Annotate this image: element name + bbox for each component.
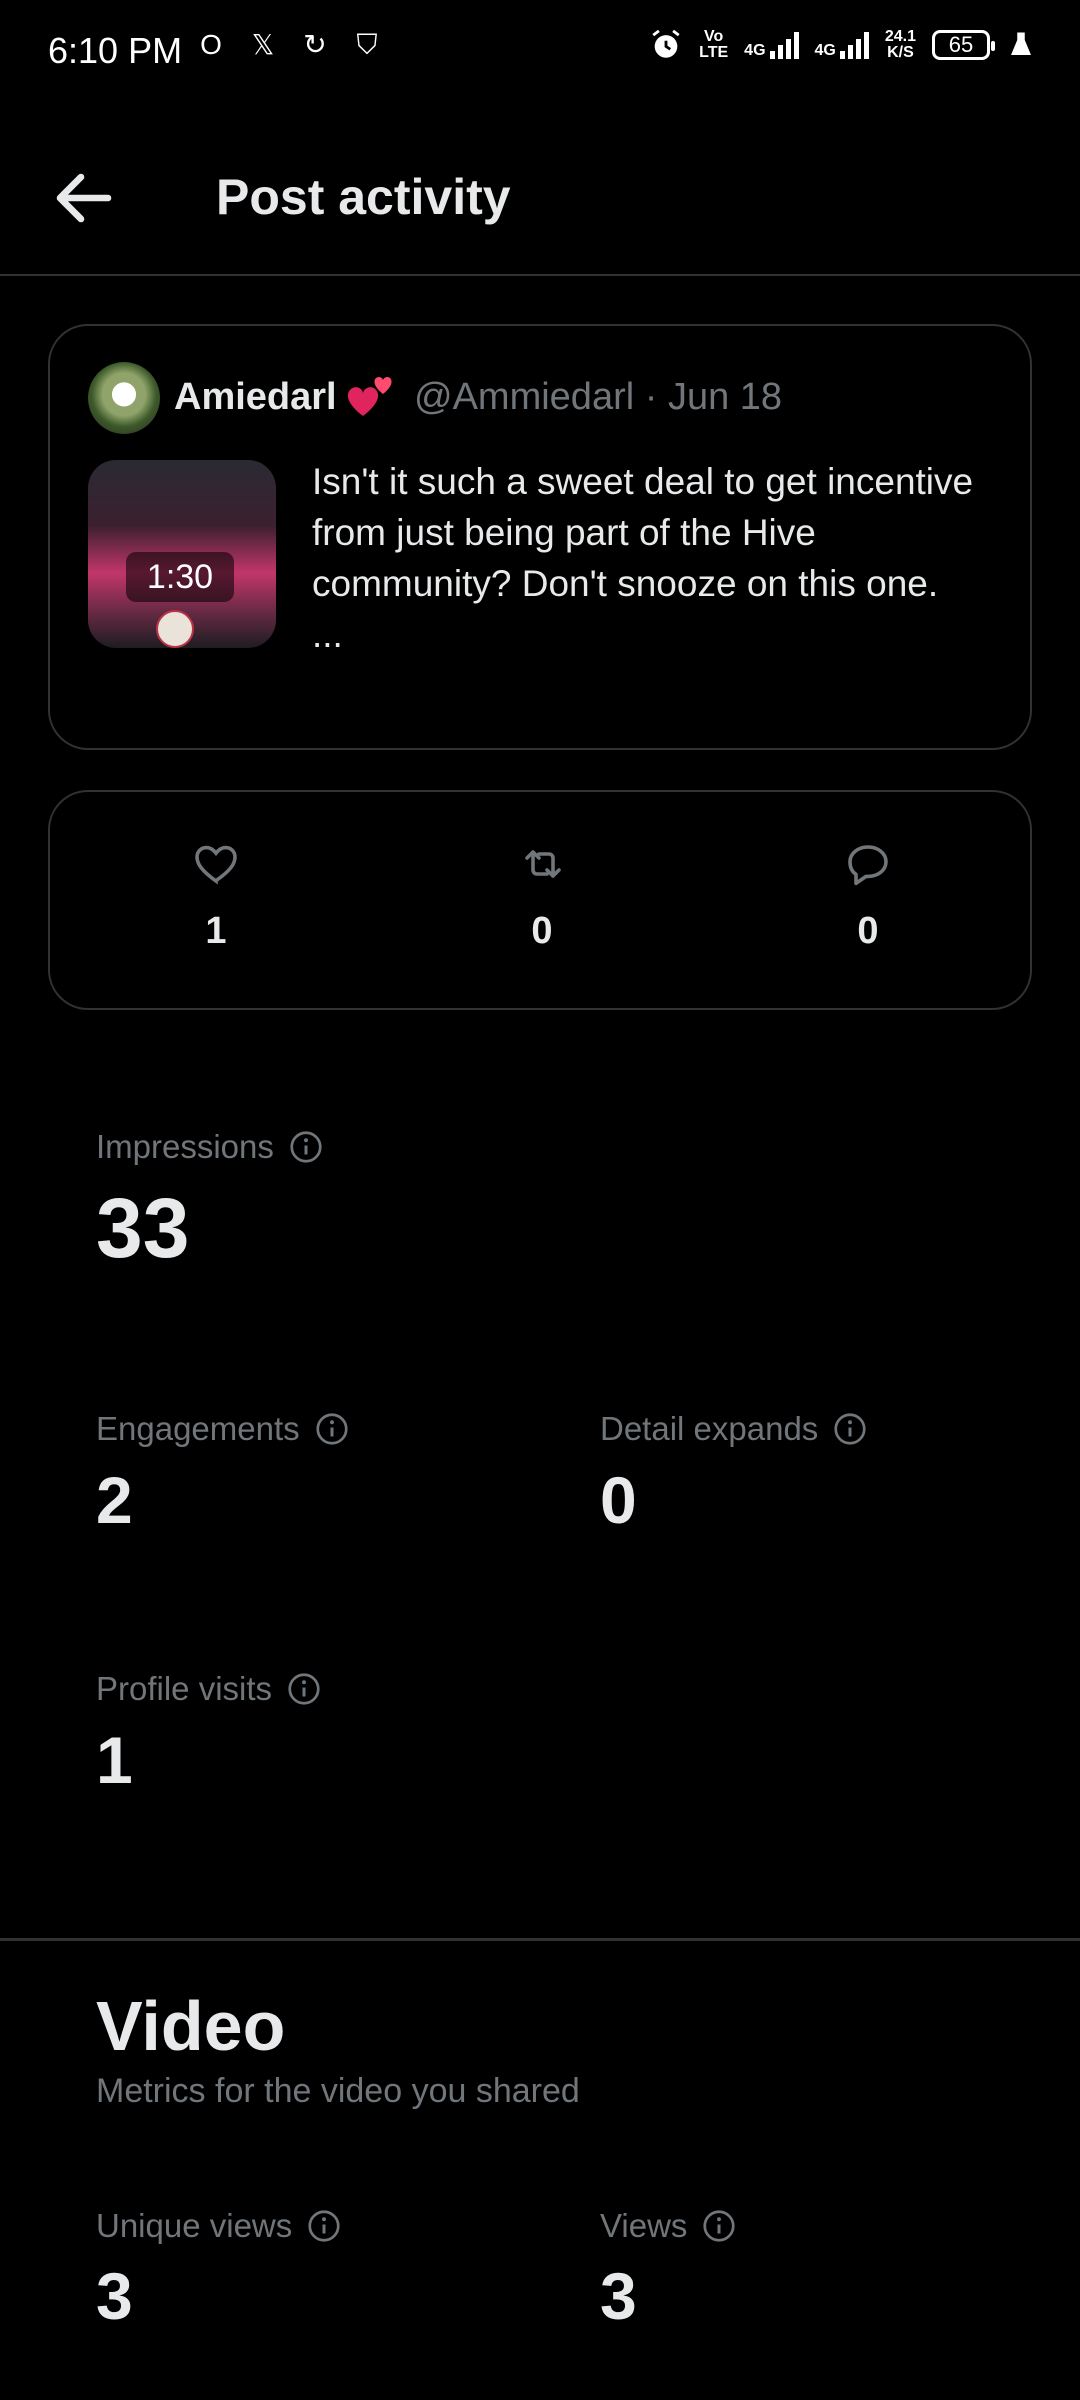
detail-expands-value: 0 <box>600 1463 637 1537</box>
status-bar: 6:10 PM O 𝕏 ↻ ⛉ Vo LTE 4G 4G 24.1 K/S 65 <box>0 0 1080 110</box>
app-header: Post activity <box>0 110 1080 276</box>
signal-1: 4G <box>744 31 799 59</box>
video-section-title: Video <box>96 1987 286 2065</box>
unique-views-value: 3 <box>96 2259 133 2333</box>
post-text: Isn't it such a sweet deal to get incent… <box>312 461 974 655</box>
handle-and-date: @Ammiedarl · Jun 18 <box>414 376 783 418</box>
heart-icon <box>195 845 237 885</box>
avatar[interactable] <box>88 362 160 434</box>
likes-value: 1 <box>205 910 227 952</box>
engagements-value: 2 <box>96 1463 133 1537</box>
unique-views-label-text: Unique views <box>96 2207 293 2244</box>
volte-indicator: Vo LTE <box>699 28 729 61</box>
x-icon: 𝕏 <box>251 29 275 60</box>
speed-value: 24.1 <box>884 28 916 45</box>
profile-visits-label-text: Profile visits <box>96 1670 273 1707</box>
author-name: Amiedarl <box>174 376 337 418</box>
signal-bars-icon <box>769 31 799 59</box>
info-icon[interactable] <box>288 1129 324 1165</box>
engagements-label: Engagements <box>96 1410 350 1448</box>
battery-level: 65 <box>948 32 974 57</box>
battery-icon: 65 <box>932 30 995 60</box>
signal-2: 4G <box>815 31 869 59</box>
reposts-value: 0 <box>531 910 553 952</box>
info-icon[interactable] <box>832 1411 868 1447</box>
likes-count[interactable]: 1 <box>156 792 276 1012</box>
info-icon[interactable] <box>286 1671 322 1707</box>
network-speed: 24.1 K/S <box>885 29 916 61</box>
impressions-label-text: Impressions <box>96 1128 274 1165</box>
thumbnail-avatar <box>156 610 194 648</box>
info-icon[interactable] <box>314 1411 350 1447</box>
opera-icon: O <box>200 29 222 60</box>
alarm-icon <box>652 29 680 58</box>
engagements-label-text: Engagements <box>96 1410 300 1447</box>
arrow-left-icon <box>56 173 112 223</box>
replies-count[interactable]: 0 <box>808 792 928 1012</box>
info-icon[interactable] <box>306 2208 342 2244</box>
post-preview-card[interactable]: Amiedarl @Ammiedarl · Jun 18 1:30 Isn't … <box>48 324 1032 750</box>
speed-unit: K/S <box>887 44 914 61</box>
replies-value: 0 <box>857 910 879 952</box>
two-hearts-icon <box>347 376 392 416</box>
video-duration: 1:30 <box>126 552 234 602</box>
network-type-2: 4G <box>814 42 836 59</box>
reply-bubble-icon <box>848 845 888 886</box>
detail-expands-label-text: Detail expands <box>600 1410 819 1447</box>
profile-visits-value: 1 <box>96 1723 133 1797</box>
charging-flask-icon <box>1011 32 1031 55</box>
network-type-1: 4G <box>744 42 766 59</box>
repost-icon <box>525 850 561 878</box>
back-button[interactable] <box>48 162 120 234</box>
impressions-value: 33 <box>96 1181 190 1275</box>
views-label-text: Views <box>600 2207 688 2244</box>
video-section-subtitle: Metrics for the video you shared <box>96 2072 580 2110</box>
impressions-label: Impressions <box>96 1128 324 1166</box>
video-thumbnail[interactable]: 1:30 <box>88 460 276 648</box>
profile-visits-label: Profile visits <box>96 1670 322 1708</box>
status-time: 6:10 PM <box>48 30 183 71</box>
detail-expands-label: Detail expands <box>600 1410 868 1448</box>
signal-bars-icon <box>839 31 869 59</box>
reposts-count[interactable]: 0 <box>482 792 602 1012</box>
page-title: Post activity <box>216 169 511 225</box>
views-label: Views <box>600 2207 737 2245</box>
shield-icon: ⛉ <box>356 29 378 60</box>
unique-views-label: Unique views <box>96 2207 342 2245</box>
status-right-icons: Vo LTE 4G 4G 24.1 K/S 65 <box>649 28 1036 62</box>
section-divider <box>0 1938 1080 1941</box>
info-icon[interactable] <box>701 2208 737 2244</box>
views-value: 3 <box>600 2259 637 2333</box>
engagement-counts-card: 1 0 0 <box>48 790 1032 1010</box>
status-left-icons: O 𝕏 ↻ ⛉ <box>196 30 382 60</box>
sync-icon: ↻ <box>303 29 327 60</box>
